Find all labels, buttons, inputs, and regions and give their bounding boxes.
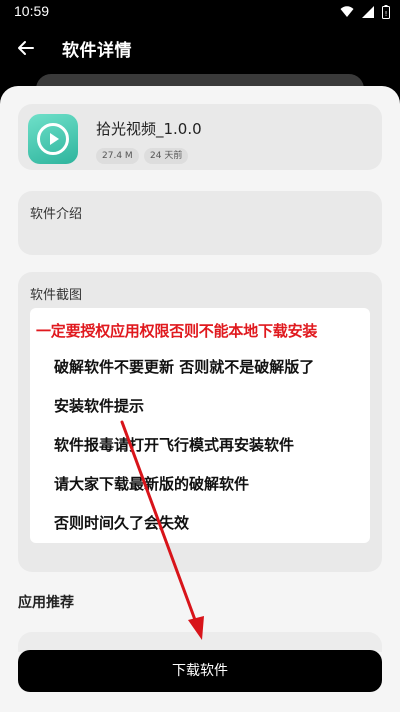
intro-card: 软件介绍 bbox=[18, 191, 382, 255]
app-info-card: 拾光视频_1.0.0 27.4 M 24 天前 bbox=[18, 104, 382, 170]
status-icons: ! bbox=[340, 4, 390, 20]
svg-text:!: ! bbox=[385, 10, 388, 18]
status-time: 10:59 bbox=[14, 3, 50, 19]
app-updated-badge: 24 天前 bbox=[144, 148, 189, 164]
screenshots-label: 软件截图 bbox=[30, 288, 83, 303]
recommend-card-peek bbox=[18, 632, 382, 652]
download-button[interactable]: 下载软件 bbox=[18, 650, 382, 692]
notice-line: 安装软件提示 bbox=[54, 397, 145, 415]
notice-title: 一定要授权应用权限否则不能本地下载安装 bbox=[36, 322, 318, 340]
app-icon bbox=[28, 114, 78, 164]
screenshots-card: 软件截图 一定要授权应用权限否则不能本地下载安装 破解软件不要更新 否则就不是破… bbox=[18, 272, 382, 572]
notice-line: 破解软件不要更新 否则就不是破解版了 bbox=[54, 358, 315, 376]
battery-icon: ! bbox=[382, 5, 390, 19]
app-bar: 软件详情 bbox=[0, 24, 400, 72]
screenshot-image[interactable]: 一定要授权应用权限否则不能本地下载安装 破解软件不要更新 否则就不是破解版了 安… bbox=[30, 308, 370, 543]
status-bar: 10:59 ! bbox=[0, 0, 400, 24]
app-name: 拾光视频_1.0.0 bbox=[96, 120, 202, 138]
wifi-icon bbox=[340, 6, 354, 17]
app-size-badge: 27.4 M bbox=[96, 148, 139, 164]
back-arrow-icon[interactable] bbox=[14, 36, 38, 60]
signal-icon bbox=[362, 6, 374, 18]
notice-line: 软件报毒请打开飞行模式再安装软件 bbox=[54, 436, 295, 454]
notice-line: 否则时间久了会失效 bbox=[54, 514, 190, 532]
page-title: 软件详情 bbox=[62, 41, 132, 61]
play-icon bbox=[37, 123, 69, 155]
recommend-label: 应用推荐 bbox=[18, 595, 74, 611]
intro-label: 软件介绍 bbox=[30, 207, 83, 222]
detail-sheet: 拾光视频_1.0.0 27.4 M 24 天前 软件介绍 软件截图 一定要授权应… bbox=[0, 86, 400, 712]
notice-line: 请大家下载最新版的破解软件 bbox=[54, 475, 250, 493]
